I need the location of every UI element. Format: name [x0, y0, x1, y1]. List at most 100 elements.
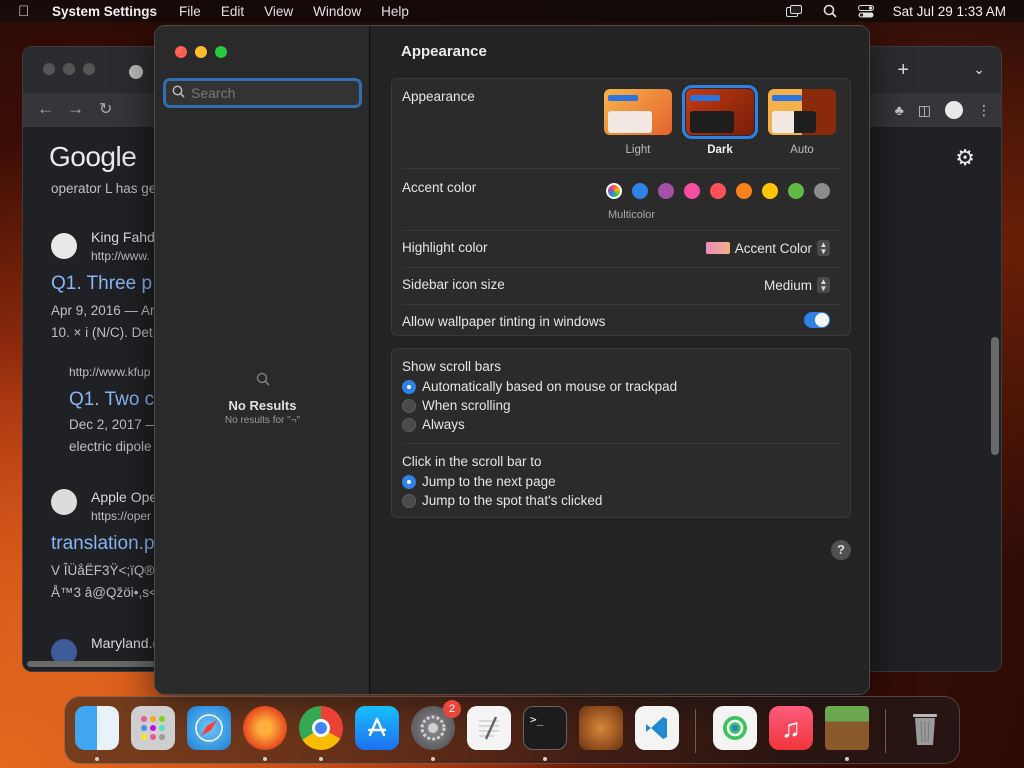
running-indicator	[543, 757, 547, 761]
theme-auto-thumbnail[interactable]	[768, 89, 836, 135]
chrome-icon[interactable]	[299, 706, 343, 750]
zoom-window-button[interactable]	[215, 46, 227, 58]
result-title-link[interactable]: Q1. Two c	[69, 389, 154, 411]
spotlight-search-icon[interactable]	[821, 4, 839, 18]
system-settings-icon[interactable]: 2	[411, 700, 461, 750]
google-logo[interactable]: Google	[49, 141, 137, 173]
accent-red-swatch[interactable]	[710, 183, 726, 199]
menu-file[interactable]: File	[179, 4, 201, 19]
reload-icon[interactable]: ↻	[99, 99, 112, 119]
highlight-color-value: Accent Color	[734, 240, 812, 256]
music-icon[interactable]: ♫	[769, 706, 813, 750]
minimize-window-button[interactable]	[195, 46, 207, 58]
search-icon	[172, 85, 185, 101]
theme-light-thumbnail[interactable]	[604, 89, 672, 135]
radio-button[interactable]	[402, 493, 416, 508]
garageband-icon[interactable]	[579, 706, 623, 750]
theme-auto-option[interactable]: Auto	[766, 89, 838, 156]
accent-blue-swatch[interactable]	[632, 183, 648, 199]
tab-search-chevron-icon[interactable]: ⌄	[973, 61, 985, 78]
no-results-subtitle: No results for "¬"	[224, 415, 301, 426]
settings-sidebar: No Results No results for "¬"	[155, 26, 370, 694]
wallpaper-tinting-toggle[interactable]	[804, 312, 830, 328]
finder-icon[interactable]	[75, 706, 119, 750]
theme-dark-thumbnail[interactable]	[682, 85, 758, 139]
vscode-icon[interactable]	[635, 706, 679, 750]
accent-yellow-swatch[interactable]	[762, 183, 778, 199]
theme-dark-option[interactable]: Dark	[682, 85, 758, 156]
find-my-icon[interactable]	[713, 706, 757, 750]
appearance-pane: Appearance Appearance Light Dark Auto Ac…	[371, 26, 869, 694]
search-icon	[155, 372, 370, 394]
highlight-color-swatch	[705, 242, 730, 254]
more-menu-icon[interactable]: ⋮	[977, 102, 991, 119]
menu-window[interactable]: Window	[313, 4, 361, 19]
result-site-name: King Fahd	[91, 229, 155, 245]
radio-button[interactable]	[402, 379, 416, 394]
back-icon[interactable]: ←	[37, 99, 54, 119]
safari-icon[interactable]	[187, 706, 231, 750]
accent-multicolor-swatch[interactable]	[606, 183, 622, 199]
forward-icon[interactable]: →	[67, 99, 84, 119]
sidebar-icon-size-popup[interactable]: Medium ▲ ▼	[764, 277, 830, 293]
app-store-icon[interactable]	[355, 706, 399, 750]
help-button[interactable]: ?	[831, 540, 851, 560]
jump-to-spot-option[interactable]: Jump to the spot that's clicked	[402, 493, 602, 508]
firefox-icon[interactable]	[243, 706, 287, 750]
apple-menu-icon[interactable]: 	[18, 3, 34, 20]
accent-graphite-swatch[interactable]	[814, 183, 830, 199]
scroll-auto-option[interactable]: Automatically based on mouse or trackpad	[402, 379, 677, 394]
radio-button[interactable]	[402, 417, 416, 432]
result-title-link[interactable]: translation.p	[51, 533, 155, 555]
scroll-when-scrolling-option[interactable]: When scrolling	[402, 398, 511, 413]
settings-search-box[interactable]	[163, 78, 362, 108]
search-input[interactable]	[191, 85, 351, 101]
app-menu[interactable]: System Settings	[52, 4, 157, 19]
launchpad-icon[interactable]	[131, 706, 175, 750]
clock[interactable]: Sat Jul 29 1:33 AM	[893, 4, 1006, 19]
horizontal-scrollbar[interactable]	[27, 661, 157, 667]
menu-help[interactable]: Help	[381, 4, 409, 19]
accent-pink-swatch[interactable]	[684, 183, 700, 199]
chrome-favicon-icon	[129, 65, 143, 79]
running-indicator	[845, 757, 849, 761]
terminal-icon[interactable]: >_	[523, 706, 567, 750]
click-scroll-bar-heading: Click in the scroll bar to	[402, 454, 840, 469]
extensions-icon[interactable]: ♣	[895, 102, 904, 118]
side-panel-icon[interactable]: ◫	[918, 102, 931, 119]
minecraft-icon[interactable]	[825, 706, 869, 750]
no-results-title: No Results	[228, 398, 297, 413]
accent-color-label: Accent color	[402, 180, 477, 195]
radio-button[interactable]	[402, 398, 416, 413]
screen-mirroring-icon[interactable]	[785, 4, 803, 18]
jump-next-page-option[interactable]: Jump to the next page	[402, 474, 556, 489]
trash-icon[interactable]	[903, 706, 947, 750]
menu-view[interactable]: View	[264, 4, 293, 19]
divider	[402, 443, 840, 444]
scroll-always-option[interactable]: Always	[402, 417, 465, 432]
settings-gear-icon[interactable]: ⚙	[955, 145, 975, 171]
profile-avatar-icon[interactable]	[945, 101, 963, 119]
accent-green-swatch[interactable]	[788, 183, 804, 199]
textedit-icon[interactable]	[467, 706, 511, 750]
option-label: Jump to the next page	[422, 474, 556, 489]
accent-orange-swatch[interactable]	[736, 183, 752, 199]
option-label: Always	[422, 417, 465, 432]
accent-color-swatches	[606, 180, 830, 202]
show-scroll-bars-heading: Show scroll bars	[402, 359, 840, 374]
dock: 2 >_ ♫	[64, 696, 960, 764]
vertical-scrollbar[interactable]	[991, 337, 999, 455]
divider	[402, 267, 840, 268]
control-center-icon[interactable]	[857, 4, 875, 18]
running-indicator	[319, 757, 323, 761]
result-title-link[interactable]: Q1. Three p	[51, 273, 152, 295]
theme-light-option[interactable]: Light	[602, 89, 674, 156]
system-settings-window: No Results No results for "¬" Appearance…	[154, 25, 870, 695]
wallpaper-tinting-row: Allow wallpaper tinting in windows	[402, 312, 840, 334]
radio-button[interactable]	[402, 474, 416, 489]
close-window-button[interactable]	[175, 46, 187, 58]
menu-edit[interactable]: Edit	[221, 4, 244, 19]
new-tab-icon[interactable]: +	[897, 59, 909, 82]
highlight-color-popup[interactable]: Accent Color ▲ ▼	[705, 240, 830, 256]
accent-purple-swatch[interactable]	[658, 183, 674, 199]
